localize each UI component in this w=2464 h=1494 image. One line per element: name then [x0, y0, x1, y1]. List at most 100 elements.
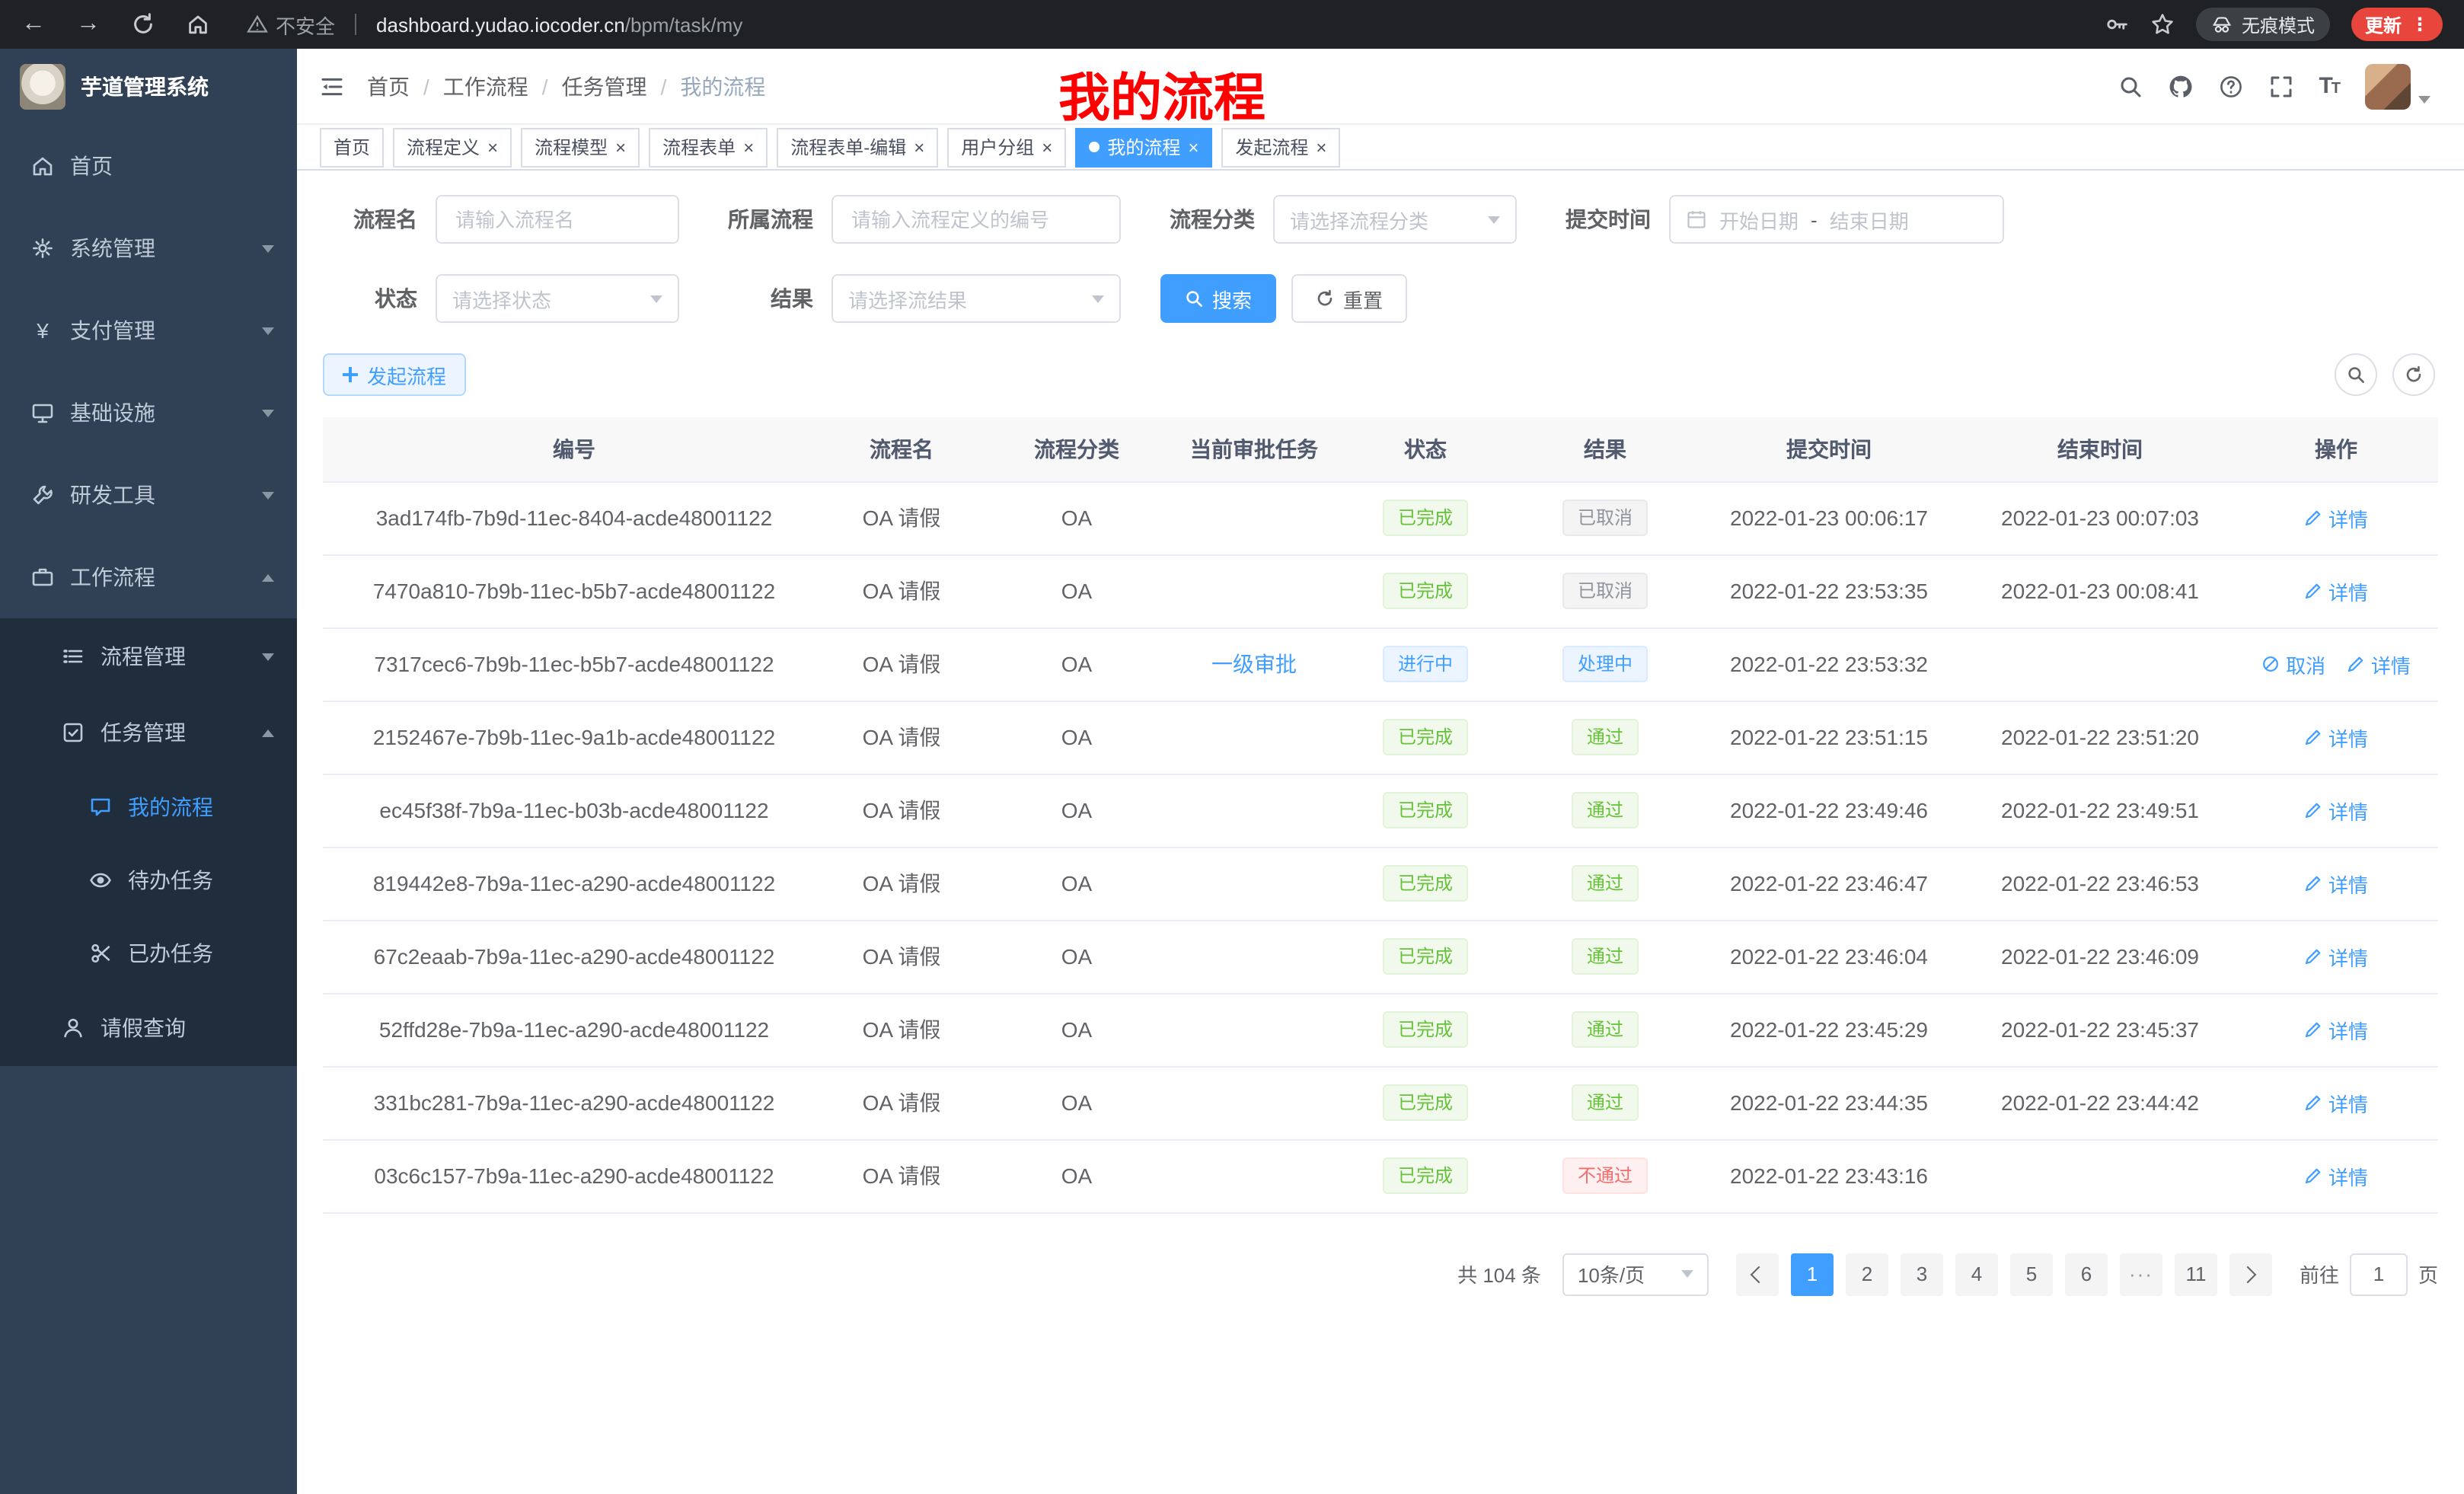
sidebar-item-my-process[interactable]: 我的流程	[0, 771, 297, 844]
detail-link[interactable]: 详情	[2304, 942, 2368, 971]
tab-my-process[interactable]: 我的流程×	[1075, 127, 1212, 167]
refresh-table-button[interactable]	[2392, 353, 2435, 396]
browser-update-button[interactable]: 更新 ⋮	[2351, 8, 2443, 41]
font-size-icon[interactable]: TT	[2319, 73, 2339, 99]
tab-user-group[interactable]: 用户分组×	[947, 127, 1066, 167]
sidebar-item-label: 工作流程	[70, 562, 155, 592]
process-definition-input[interactable]	[831, 195, 1121, 244]
close-icon[interactable]: ×	[487, 138, 498, 156]
page-button-11[interactable]: 11	[2175, 1253, 2217, 1295]
page-size-select[interactable]: 10条/页	[1562, 1253, 1709, 1295]
sidebar-item-task-management[interactable]: 任务管理	[0, 694, 297, 771]
sidebar-item-label: 基础设施	[70, 397, 155, 428]
close-icon[interactable]: ×	[615, 138, 626, 156]
process-name-input[interactable]	[436, 195, 679, 244]
close-icon[interactable]: ×	[914, 138, 924, 156]
detail-link[interactable]: 详情	[2304, 1088, 2368, 1117]
prev-page-button[interactable]	[1736, 1253, 1779, 1295]
goto-page-input[interactable]	[2350, 1253, 2408, 1295]
cell-end-time: 2022-01-22 23:51:20	[1966, 701, 2234, 774]
browser-home-icon[interactable]	[186, 12, 210, 37]
sidebar-item-workflow[interactable]: 工作流程	[0, 536, 297, 618]
detail-link[interactable]: 详情	[2304, 1161, 2368, 1190]
kebab-menu-icon[interactable]: ⋮	[2411, 14, 2429, 35]
goto-unit: 页	[2418, 1259, 2438, 1288]
cancel-link[interactable]: 取消	[2261, 650, 2325, 678]
detail-link[interactable]: 详情	[2347, 650, 2411, 678]
sidebar-item-home[interactable]: 首页	[0, 125, 297, 207]
detail-link[interactable]: 详情	[2304, 1015, 2368, 1044]
close-icon[interactable]: ×	[743, 138, 754, 156]
help-icon[interactable]	[2218, 74, 2242, 98]
password-key-icon[interactable]	[2105, 12, 2129, 37]
next-page-button[interactable]	[2229, 1253, 2272, 1295]
bookmark-star-icon[interactable]	[2150, 12, 2175, 37]
page-button-4[interactable]: 4	[1955, 1253, 1998, 1295]
more-pages-button[interactable]: ···	[2120, 1253, 2162, 1295]
tab-home[interactable]: 首页	[320, 127, 384, 167]
detail-link[interactable]: 详情	[2304, 869, 2368, 898]
status-select[interactable]: 请选择状态	[436, 274, 679, 323]
tab-start-process[interactable]: 发起流程×	[1221, 127, 1340, 167]
address-bar[interactable]: 不安全 dashboard.yudao.iocoder.cn/bpm/task/…	[247, 10, 2105, 39]
submit-time-range[interactable]: 开始日期 - 结束日期	[1669, 195, 2004, 244]
result-tag: 已取消	[1562, 573, 1648, 609]
page-button-2[interactable]: 2	[1846, 1253, 1888, 1295]
close-icon[interactable]: ×	[1042, 138, 1052, 156]
breadcrumb-item[interactable]: 首页	[367, 71, 410, 101]
tab-process-form[interactable]: 流程表单×	[649, 127, 768, 167]
sidebar-item-done-tasks[interactable]: 已办任务	[0, 917, 297, 990]
browser-forward-icon[interactable]: →	[76, 11, 101, 38]
cell-category: OA	[978, 1066, 1176, 1139]
cell-name: OA 请假	[825, 993, 978, 1066]
tab-process-form-edit[interactable]: 流程表单-编辑×	[777, 127, 938, 167]
sidebar-item-leave-query[interactable]: 请假查询	[0, 990, 297, 1066]
status-tag: 已完成	[1383, 938, 1468, 975]
sidebar-item-system[interactable]: 系统管理	[0, 207, 297, 289]
sidebar-toggle-button[interactable]	[297, 74, 367, 98]
detail-link[interactable]: 详情	[2304, 503, 2368, 532]
result-select[interactable]: 请选择流结果	[831, 274, 1121, 323]
cell-submit-time: 2022-01-23 00:06:17	[1692, 481, 1966, 554]
security-warning[interactable]: 不安全	[247, 10, 335, 39]
submit-time-label: 提交时间	[1556, 204, 1651, 235]
sidebar-item-process-management[interactable]: 流程管理	[0, 618, 297, 694]
detail-link[interactable]: 详情	[2304, 576, 2368, 605]
page-button-1[interactable]: 1	[1791, 1253, 1834, 1295]
page-button-3[interactable]: 3	[1901, 1253, 1943, 1295]
tab-process-definition[interactable]: 流程定义×	[393, 127, 512, 167]
cell-task	[1176, 701, 1333, 774]
reset-button[interactable]: 重置	[1291, 274, 1407, 323]
hamburger-icon	[320, 74, 344, 98]
detail-link[interactable]: 详情	[2304, 796, 2368, 825]
app-logo-row[interactable]: 芋道管理系统	[0, 49, 297, 125]
page-button-5[interactable]: 5	[2010, 1253, 2053, 1295]
sidebar-item-infrastructure[interactable]: 基础设施	[0, 372, 297, 454]
search-icon[interactable]	[2118, 74, 2142, 98]
page-button-6[interactable]: 6	[2065, 1253, 2108, 1295]
status-tag: 已完成	[1383, 792, 1468, 828]
toggle-search-button[interactable]	[2335, 353, 2377, 396]
user-menu[interactable]	[2365, 63, 2430, 109]
fullscreen-icon[interactable]	[2268, 74, 2293, 98]
browser-back-icon[interactable]: ←	[21, 11, 46, 38]
detail-label: 详情	[2328, 942, 2368, 971]
close-icon[interactable]: ×	[1188, 138, 1198, 156]
detail-link[interactable]: 详情	[2304, 723, 2368, 752]
github-icon[interactable]	[2168, 74, 2192, 98]
breadcrumb-item[interactable]: 工作流程	[443, 71, 528, 101]
search-button[interactable]: 搜索	[1160, 274, 1276, 323]
process-category-select[interactable]: 请选择流程分类	[1273, 195, 1517, 244]
sidebar-item-payment[interactable]: ¥ 支付管理	[0, 289, 297, 372]
url-text[interactable]: dashboard.yudao.iocoder.cn/bpm/task/my	[376, 13, 742, 36]
sidebar-item-todo-tasks[interactable]: 待办任务	[0, 844, 297, 917]
cell-category: OA	[978, 701, 1176, 774]
browser-reload-icon[interactable]	[131, 12, 155, 37]
close-icon[interactable]: ×	[1316, 138, 1326, 156]
current-task-link[interactable]: 一级审批	[1211, 649, 1297, 679]
tab-process-model[interactable]: 流程模型×	[521, 127, 640, 167]
sidebar-item-devtools[interactable]: 研发工具	[0, 454, 297, 536]
cell-task	[1176, 1066, 1333, 1139]
breadcrumb-item[interactable]: 任务管理	[562, 71, 647, 101]
start-process-button[interactable]: 发起流程	[323, 353, 466, 396]
